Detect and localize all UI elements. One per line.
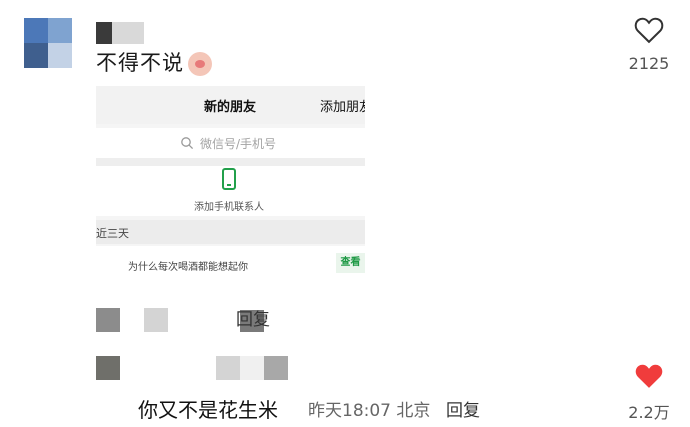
reply-link[interactable]: 回复 bbox=[236, 305, 270, 330]
like-count: 2125 bbox=[628, 54, 670, 73]
username-redacted bbox=[96, 22, 112, 44]
reply-button[interactable]: 回复 bbox=[446, 396, 480, 421]
add-phone-label: 添加手机联系人 bbox=[194, 202, 264, 213]
like-count: 2.2万 bbox=[628, 403, 670, 422]
sticker-emoji-icon bbox=[188, 52, 212, 76]
heart-filled-icon[interactable] bbox=[634, 362, 664, 390]
section-header: 近三天 bbox=[96, 220, 365, 244]
redacted-block bbox=[96, 356, 120, 380]
reply-comment-text: 你又不是花生米 bbox=[138, 398, 278, 422]
search-icon bbox=[181, 137, 194, 150]
heart-outline-icon[interactable] bbox=[634, 16, 664, 44]
redacted-block bbox=[144, 308, 168, 332]
comment-text: 不得不说 bbox=[96, 47, 212, 77]
embedded-screenshot[interactable]: 新的朋友 添加朋友 微信号/手机号 添加手机联系人 近三天 为什么每次喝酒都能想… bbox=[96, 86, 365, 280]
avatar[interactable] bbox=[24, 18, 72, 68]
view-button: 查看 bbox=[336, 253, 365, 273]
redacted-block bbox=[96, 308, 120, 332]
comment-meta: 昨天18:07 北京 bbox=[308, 401, 431, 421]
shot-search-bar: 微信号/手机号 bbox=[96, 128, 365, 158]
username-redacted bbox=[112, 22, 144, 44]
search-placeholder: 微信号/手机号 bbox=[200, 137, 277, 151]
phone-icon bbox=[222, 168, 236, 190]
friend-request-row: 为什么每次喝酒都能想起你 查看 bbox=[96, 246, 365, 280]
divider bbox=[96, 158, 365, 166]
add-phone-contacts: 添加手机联系人 bbox=[96, 166, 365, 216]
shot-header: 新的朋友 添加朋友 bbox=[96, 86, 365, 124]
redacted-block bbox=[264, 356, 288, 380]
redacted-block bbox=[216, 356, 240, 380]
section-label: 近三天 bbox=[96, 227, 129, 240]
add-friend-link: 添加朋友 bbox=[320, 100, 365, 115]
shot-title: 新的朋友 bbox=[204, 100, 257, 115]
request-message: 为什么每次喝酒都能想起你 bbox=[128, 262, 248, 273]
redacted-block bbox=[240, 356, 264, 380]
